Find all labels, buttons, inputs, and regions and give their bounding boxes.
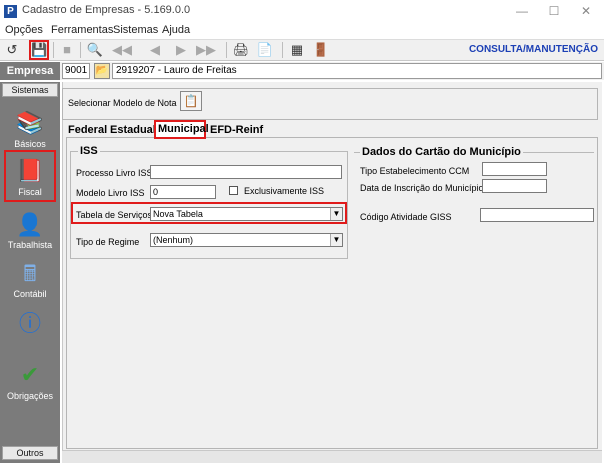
info-icon[interactable]: ⓘ bbox=[12, 309, 48, 339]
empresa-name-field: 2919207 - Lauro de Freitas bbox=[112, 63, 602, 79]
exclusivamente-iss-checkbox[interactable] bbox=[229, 186, 238, 195]
data-inscricao-input[interactable] bbox=[482, 179, 547, 193]
worker-icon[interactable]: 👤 bbox=[12, 210, 48, 240]
chevron-down-icon[interactable]: ▼ bbox=[330, 234, 342, 246]
sidebar-item-contabil[interactable]: Contábil bbox=[0, 289, 60, 299]
tab-efd-reinf[interactable]: EFD-Reinf bbox=[208, 123, 265, 138]
processo-livro-input[interactable] bbox=[150, 165, 342, 179]
empresa-code-field[interactable]: 9001 bbox=[62, 63, 90, 79]
report-icon[interactable]: 📄 bbox=[256, 41, 274, 59]
modelo-livro-label: Modelo Livro ISS bbox=[76, 188, 145, 198]
giss-label: Código Atividade GISS bbox=[360, 212, 452, 222]
data-inscricao-label: Data de Inscrição do Município bbox=[360, 183, 484, 193]
model-label: Selecionar Modelo de Nota bbox=[68, 98, 177, 108]
print-icon[interactable]: 🖨 bbox=[232, 41, 250, 59]
iss-group-title: ISS bbox=[78, 145, 100, 157]
sidebar-item-trabalhista[interactable]: Trabalhista bbox=[0, 240, 60, 250]
tipo-regime-label: Tipo de Regime bbox=[76, 237, 140, 247]
delete-icon[interactable]: ■ bbox=[58, 41, 76, 59]
tipo-regime-select[interactable]: (Nenhum) bbox=[150, 233, 343, 247]
toolbar-separator bbox=[53, 42, 54, 58]
giss-input[interactable] bbox=[480, 208, 594, 222]
sidebar-item-fiscal-label[interactable]: Fiscal bbox=[0, 187, 60, 197]
exit-icon[interactable]: 🚪 bbox=[312, 41, 330, 59]
tabela-servicos-label: Tabela de Serviços bbox=[76, 210, 153, 220]
preview-icon[interactable]: 🔍 bbox=[86, 41, 104, 59]
checklist-icon[interactable]: ✔ bbox=[12, 360, 48, 390]
sidebar-item-obrigacoes[interactable]: Obrigações bbox=[0, 391, 60, 401]
save-icon[interactable]: 💾 bbox=[29, 40, 49, 60]
last-record-icon[interactable]: ▶▶ bbox=[196, 41, 216, 59]
close-icon[interactable]: ✕ bbox=[572, 2, 600, 20]
toolbar-separator bbox=[226, 42, 227, 58]
window-title: Cadastro de Empresas - 5.169.0.0 bbox=[22, 4, 191, 16]
mode-label: CONSULTA/MANUTENÇÃO bbox=[468, 44, 598, 55]
previous-record-icon[interactable]: ◀ bbox=[146, 41, 164, 59]
tabela-servicos-value: Nova Tabela bbox=[153, 209, 203, 219]
toolbar-separator bbox=[282, 42, 283, 58]
ccm-input[interactable] bbox=[482, 162, 547, 176]
tab-estadual[interactable]: Estadual bbox=[108, 123, 158, 138]
books-icon[interactable]: 📚 bbox=[12, 108, 48, 138]
sidebar-footer[interactable]: Outros bbox=[2, 446, 58, 460]
menu-sistemas[interactable]: Sistemas bbox=[113, 24, 158, 36]
sidebar-header[interactable]: Sistemas bbox=[2, 83, 58, 97]
minimize-icon[interactable]: — bbox=[508, 2, 536, 20]
exclusivamente-iss-label: Exclusivamente ISS bbox=[244, 186, 325, 196]
modelo-livro-input[interactable]: 0 bbox=[150, 185, 216, 199]
status-bar bbox=[62, 450, 602, 463]
first-record-icon[interactable]: ◀◀ bbox=[112, 41, 132, 59]
calculator-icon[interactable]: 🖩 bbox=[12, 259, 48, 289]
maximize-icon[interactable]: ☐ bbox=[540, 2, 568, 20]
next-record-icon[interactable]: ▶ bbox=[172, 41, 190, 59]
menu-opcoes[interactable]: Opções bbox=[5, 24, 43, 36]
tab-municipal[interactable]: Municipal bbox=[154, 120, 209, 139]
menu-ajuda[interactable]: Ajuda bbox=[162, 24, 190, 36]
empresa-label: Empresa bbox=[0, 62, 60, 80]
tipo-regime-value: (Nenhum) bbox=[153, 235, 194, 245]
toolbar-separator bbox=[80, 42, 81, 58]
tabela-servicos-select[interactable]: Nova Tabela bbox=[150, 207, 343, 221]
ccm-label: Tipo Estabelecimento CCM bbox=[360, 166, 470, 176]
menu-ferramentas[interactable]: Ferramentas bbox=[51, 24, 113, 36]
calculator-tool-icon[interactable]: ▦ bbox=[288, 41, 306, 59]
tab-federal[interactable]: Federal bbox=[66, 123, 109, 138]
chevron-down-icon[interactable]: ▼ bbox=[330, 208, 342, 220]
app-logo-icon: P bbox=[4, 5, 17, 18]
select-model-icon[interactable]: 📋 bbox=[180, 91, 202, 111]
sidebar-item-basicos[interactable]: Básicos bbox=[0, 139, 60, 149]
folder-open-icon[interactable]: 📂 bbox=[94, 63, 110, 79]
fiscal-book-icon[interactable]: 📕 bbox=[12, 156, 48, 186]
processo-livro-label: Processo Livro ISS bbox=[76, 168, 153, 178]
cartao-group-title: Dados do Cartão do Município bbox=[360, 146, 523, 158]
undo-icon[interactable]: ↺ bbox=[3, 41, 21, 59]
